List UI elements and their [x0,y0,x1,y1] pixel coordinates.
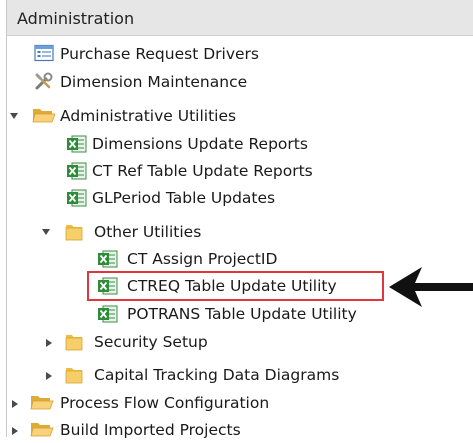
folder-open-icon [30,393,54,416]
tree-item-label: Other Utilities [94,223,202,241]
folder-open-icon [30,420,54,443]
tree-item-label: Administrative Utilities [60,107,237,125]
tree-item-label: POTRANS Table Update Utility [127,305,357,323]
folder-icon [64,365,84,389]
tree-item-label: GLPeriod Table Updates [92,189,276,207]
excel-report-icon [66,134,88,158]
tree-item-label: Build Imported Projects [60,421,241,439]
tree-item-label: CT Assign ProjectID [127,250,278,268]
arrow-left-icon [388,264,473,314]
excel-report-icon [97,249,119,273]
excel-report-icon [66,188,88,212]
tools-icon [34,72,54,96]
expand-arrow-icon[interactable] [44,330,56,354]
folder-icon [64,222,84,246]
excel-report-icon [97,304,119,328]
collapse-arrow-icon[interactable] [8,104,20,128]
expand-arrow-icon[interactable] [10,418,22,442]
tree-item-label: Capital Tracking Data Diagrams [94,366,340,384]
panel-header: Administration [6,0,473,36]
tree-item-label: CTREQ Table Update Utility [127,277,337,295]
excel-report-icon [66,161,88,185]
tree-item-label: Security Setup [94,333,208,351]
panel-title: Administration [17,9,135,28]
tree-item-label: Process Flow Configuration [60,394,270,412]
expand-arrow-icon[interactable] [44,363,56,387]
form-icon [34,44,54,66]
collapse-arrow-icon[interactable] [40,220,52,244]
folder-icon [64,332,84,356]
expand-arrow-icon[interactable] [10,391,22,415]
tree-item-label: Dimension Maintenance [60,73,248,91]
tree-item-label: Purchase Request Drivers [60,45,259,63]
tree-item-label: CT Ref Table Update Reports [92,162,313,180]
folder-open-icon [32,106,56,129]
tree-item-label: Dimensions Update Reports [92,135,308,153]
excel-report-icon [97,276,119,300]
